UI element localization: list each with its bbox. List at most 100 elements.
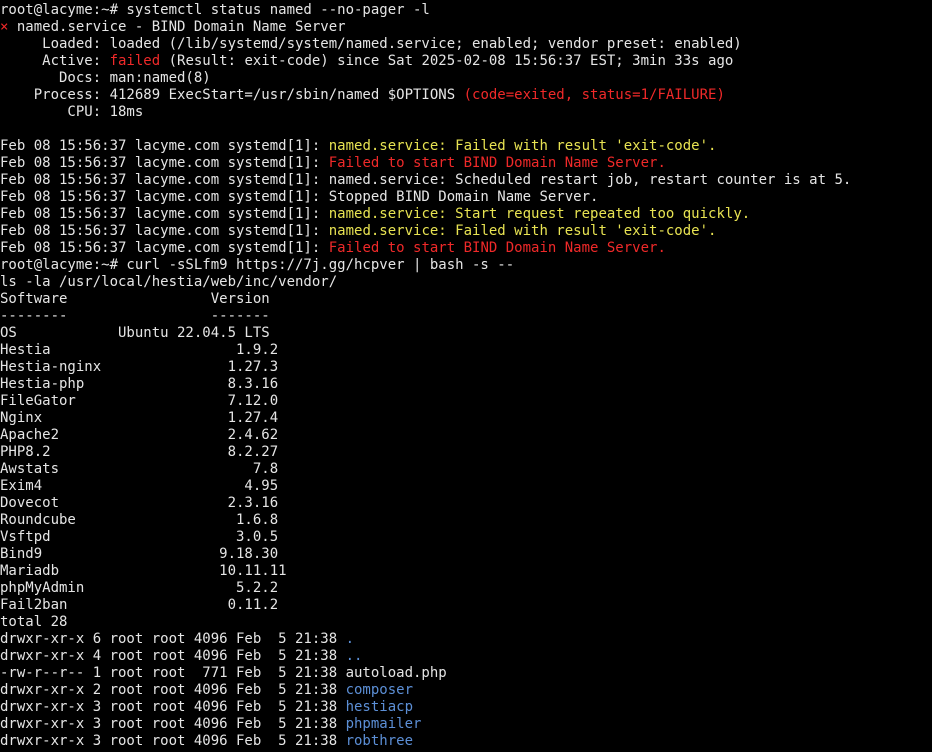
terminal-text: Bind9 9.18.30 — [0, 546, 279, 562]
terminal-text: failed — [109, 53, 161, 69]
terminal-line: total 28 — [0, 614, 932, 631]
terminal-line: Vsftpd 3.0.5 — [0, 529, 932, 546]
terminal-text: (code=exited, status=1/FAILURE) — [463, 87, 725, 103]
terminal-line: Feb 08 15:56:37 lacyme.com systemd[1]: n… — [0, 206, 932, 223]
terminal-line: -------- ------- — [0, 308, 932, 325]
terminal-line: Feb 08 15:56:37 lacyme.com systemd[1]: F… — [0, 240, 932, 257]
terminal-text: drwxr-xr-x 3 root root 4096 Feb 5 21:38 — [0, 699, 346, 715]
terminal-line: × named.service - BIND Domain Name Serve… — [0, 19, 932, 36]
terminal-text: Feb 08 15:56:37 lacyme.com systemd[1]: — [0, 223, 329, 239]
terminal-text: Hestia 1.9.2 — [0, 342, 279, 358]
terminal-text: phpmailer — [345, 716, 422, 732]
terminal-line: Software Version — [0, 291, 932, 308]
terminal-line: PHP8.2 8.2.27 — [0, 444, 932, 461]
terminal-line: Mariadb 10.11.11 — [0, 563, 932, 580]
terminal-text: -rw-r--r-- 1 root root 771 Feb 5 21:38 a… — [0, 665, 447, 681]
terminal-text: Vsftpd 3.0.5 — [0, 529, 279, 545]
terminal-line: Feb 08 15:56:37 lacyme.com systemd[1]: n… — [0, 138, 932, 155]
terminal-text: Hestia-nginx 1.27.3 — [0, 359, 279, 375]
terminal-line: Process: 412689 ExecStart=/usr/sbin/name… — [0, 87, 932, 104]
terminal-text: composer — [345, 682, 414, 698]
terminal-line: Hestia-php 8.3.16 — [0, 376, 932, 393]
terminal-text: Software Version — [0, 291, 270, 307]
terminal-window[interactable]: root@lacyme:~# systemctl status named --… — [0, 0, 932, 752]
terminal-line: drwxr-xr-x 2 root root 4096 Feb 5 21:38 … — [0, 682, 932, 699]
terminal-text: named.service: Failed with result 'exit-… — [328, 223, 717, 239]
terminal-line: FileGator 7.12.0 — [0, 393, 932, 410]
terminal-line: phpMyAdmin 5.2.2 — [0, 580, 932, 597]
terminal-line: root@lacyme:~# curl -sSLfm9 https://7j.g… — [0, 257, 932, 274]
terminal-text: named.service - BIND Domain Name Server — [8, 19, 346, 35]
terminal-text: Feb 08 15:56:37 lacyme.com systemd[1]: S… — [0, 189, 599, 205]
terminal-text: Exim4 4.95 — [0, 478, 279, 494]
terminal-text: Feb 08 15:56:37 lacyme.com systemd[1]: — [0, 240, 329, 256]
terminal-text: Dovecot 2.3.16 — [0, 495, 279, 511]
terminal-text: CPU: 18ms — [0, 104, 144, 120]
terminal-text: PHP8.2 8.2.27 — [0, 444, 279, 460]
terminal-text: Failed to start BIND Domain Name Server. — [328, 240, 666, 256]
terminal-line: Fail2ban 0.11.2 — [0, 597, 932, 614]
terminal-text: (Result: exit-code) since Sat 2025-02-08… — [160, 53, 734, 69]
terminal-line: drwxr-xr-x 6 root root 4096 Feb 5 21:38 … — [0, 631, 932, 648]
terminal-line: Feb 08 15:56:37 lacyme.com systemd[1]: n… — [0, 223, 932, 240]
terminal-text: Docs: man:named(8) — [0, 70, 211, 86]
terminal-text: robthree — [345, 733, 414, 749]
terminal-text: root@lacyme:~# curl -sSLfm9 https://7j.g… — [0, 257, 515, 273]
terminal-line: Nginx 1.27.4 — [0, 410, 932, 427]
terminal-text: hestiacp — [345, 699, 414, 715]
terminal-text: Awstats 7.8 — [0, 461, 279, 477]
terminal-text: phpMyAdmin 5.2.2 — [0, 580, 279, 596]
terminal-text: named.service: Start request repeated to… — [328, 206, 751, 222]
terminal-line: drwxr-xr-x 3 root root 4096 Feb 5 21:38 … — [0, 716, 932, 733]
terminal-line: Hestia 1.9.2 — [0, 342, 932, 359]
terminal-line: Exim4 4.95 — [0, 478, 932, 495]
terminal-text: Feb 08 15:56:37 lacyme.com systemd[1]: — [0, 155, 329, 171]
terminal-text: total 28 — [0, 614, 68, 630]
terminal-line: -rw-r--r-- 1 root root 771 Feb 5 21:38 a… — [0, 665, 932, 682]
terminal-line: drwxr-xr-x 4 root root 4096 Feb 5 21:38 … — [0, 648, 932, 665]
terminal-line: Awstats 7.8 — [0, 461, 932, 478]
terminal-text: Feb 08 15:56:37 lacyme.com systemd[1]: n… — [0, 172, 852, 188]
terminal-text: Apache2 2.4.62 — [0, 427, 279, 443]
terminal-line: Bind9 9.18.30 — [0, 546, 932, 563]
terminal-text: Nginx 1.27.4 — [0, 410, 279, 426]
terminal-line: Feb 08 15:56:37 lacyme.com systemd[1]: F… — [0, 155, 932, 172]
terminal-text: named.service: Failed with result 'exit-… — [328, 138, 717, 154]
terminal-line: Docs: man:named(8) — [0, 70, 932, 87]
terminal-text: . — [345, 631, 355, 647]
terminal-text: root@lacyme:~# systemctl status named --… — [0, 2, 430, 18]
terminal-line: Roundcube 1.6.8 — [0, 512, 932, 529]
terminal-line: drwxr-xr-x 3 root root 4096 Feb 5 21:38 … — [0, 699, 932, 716]
terminal-text: drwxr-xr-x 6 root root 4096 Feb 5 21:38 — [0, 631, 346, 647]
terminal-text: OS Ubuntu 22.04.5 LTS — [0, 325, 270, 341]
terminal-text: Mariadb 10.11.11 — [0, 563, 287, 579]
terminal-text: Active: — [0, 53, 110, 69]
terminal-line: Feb 08 15:56:37 lacyme.com systemd[1]: n… — [0, 172, 932, 189]
terminal-text: FileGator 7.12.0 — [0, 393, 279, 409]
terminal-text: Feb 08 15:56:37 lacyme.com systemd[1]: — [0, 138, 329, 154]
terminal-line: Dovecot 2.3.16 — [0, 495, 932, 512]
terminal-line: Hestia-nginx 1.27.3 — [0, 359, 932, 376]
terminal-text: Process: 412689 ExecStart=/usr/sbin/name… — [0, 87, 464, 103]
terminal-text: Feb 08 15:56:37 lacyme.com systemd[1]: — [0, 206, 329, 222]
terminal-line: ls -la /usr/local/hestia/web/inc/vendor/ — [0, 274, 932, 291]
terminal-line: Feb 08 15:56:37 lacyme.com systemd[1]: S… — [0, 189, 932, 206]
terminal-output: root@lacyme:~# systemctl status named --… — [0, 2, 932, 750]
terminal-text: Roundcube 1.6.8 — [0, 512, 279, 528]
terminal-line: CPU: 18ms — [0, 104, 932, 121]
terminal-text: -------- ------- — [0, 308, 270, 324]
terminal-line: Apache2 2.4.62 — [0, 427, 932, 444]
terminal-text: Fail2ban 0.11.2 — [0, 597, 279, 613]
terminal-text: .. — [345, 648, 363, 664]
terminal-text: drwxr-xr-x 3 root root 4096 Feb 5 21:38 — [0, 733, 346, 749]
terminal-line: root@lacyme:~# systemctl status named --… — [0, 2, 932, 19]
terminal-text: drwxr-xr-x 2 root root 4096 Feb 5 21:38 — [0, 682, 346, 698]
terminal-line: OS Ubuntu 22.04.5 LTS — [0, 325, 932, 342]
terminal-text: Failed to start BIND Domain Name Server. — [328, 155, 666, 171]
terminal-text: Loaded: loaded (/lib/systemd/system/name… — [0, 36, 742, 52]
terminal-line: Loaded: loaded (/lib/systemd/system/name… — [0, 36, 932, 53]
terminal-text: Hestia-php 8.3.16 — [0, 376, 279, 392]
terminal-line: drwxr-xr-x 3 root root 4096 Feb 5 21:38 … — [0, 733, 932, 750]
terminal-line: Active: failed (Result: exit-code) since… — [0, 53, 932, 70]
